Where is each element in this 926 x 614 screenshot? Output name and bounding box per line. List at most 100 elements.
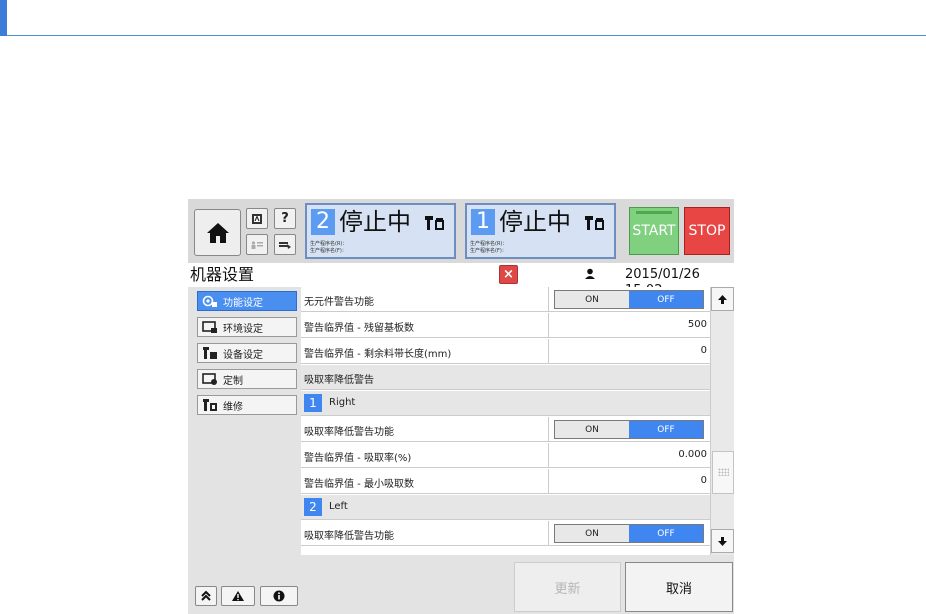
- lane-1-program-front: 生产程序名(F)：: [470, 248, 507, 254]
- lane-1-number: 1: [471, 209, 495, 235]
- toggle-off-option[interactable]: OFF: [629, 291, 703, 308]
- setting-label: 警告临界值 - 最小吸取数: [304, 479, 414, 490]
- stop-button[interactable]: STOP: [684, 207, 730, 255]
- stop-label: STOP: [688, 223, 726, 239]
- operator-button[interactable]: [246, 234, 268, 255]
- sidebar-item-maintenance[interactable]: 维修: [197, 395, 297, 415]
- device-settings-icon: [202, 346, 218, 360]
- setting-value-cell[interactable]: 500: [548, 313, 711, 337]
- toggle-off-option[interactable]: OFF: [629, 421, 703, 438]
- top-accent-bar: [0, 0, 7, 36]
- sidebar-item-label: 定制: [223, 375, 243, 387]
- machine-settings-window: ? 2 停止中 生产程序名(R)： 生产程序名(F)： 1 停止中 生产程序名(…: [188, 199, 734, 614]
- status-header: ? 2 停止中 生产程序名(R)： 生产程序名(F)： 1 停止中 生产程序名(…: [188, 199, 734, 263]
- setting-value: 0: [700, 345, 707, 356]
- sidebar: 功能设定 环境设定 设备设定 定制 维修: [188, 287, 301, 614]
- setting-label: 吸取率降低警告功能: [304, 427, 394, 438]
- setting-value-cell: ON OFF: [548, 521, 711, 545]
- sidebar-item-environment-settings[interactable]: 环境设定: [197, 317, 297, 337]
- subheader-label: Right: [329, 397, 356, 408]
- settings-list: 无元件警告功能 ON OFF 警告临界值 - 残留基板数 500 警告临界值 -…: [301, 287, 710, 555]
- home-button[interactable]: [194, 209, 241, 256]
- subheader-left: 2 Left: [301, 495, 710, 520]
- subheader-label: Left: [329, 501, 348, 512]
- maintenance-icon: [202, 398, 218, 412]
- setting-row-remaining-boards[interactable]: 警告临界值 - 残留基板数 500: [301, 313, 710, 338]
- toggle-off-option[interactable]: OFF: [629, 525, 703, 542]
- start-indicator-bar: [636, 211, 672, 214]
- program-icon: [252, 213, 262, 224]
- function-settings-icon: [202, 294, 218, 308]
- setting-value-cell[interactable]: 0: [548, 469, 711, 493]
- start-button[interactable]: START: [629, 207, 679, 255]
- vertical-scrollbar[interactable]: [710, 287, 734, 555]
- double-chevron-up-icon: [201, 590, 211, 601]
- toggle-on-option[interactable]: ON: [555, 291, 629, 308]
- sidebar-item-label: 环境设定: [223, 323, 263, 335]
- sidebar-item-customize[interactable]: 定制: [197, 369, 297, 389]
- warning-icon: [232, 591, 244, 601]
- setting-value: 0.000: [678, 449, 707, 460]
- setting-value: 0: [700, 475, 707, 486]
- sidebar-item-function-settings[interactable]: 功能设定: [197, 291, 297, 311]
- lane-2-program-front: 生产程序名(F)：: [310, 248, 347, 254]
- lane-2-status-panel[interactable]: 2 停止中 生产程序名(R)： 生产程序名(F)：: [305, 203, 456, 259]
- arrow-down-icon: [718, 536, 727, 546]
- setting-row-remaining-tape-length[interactable]: 警告临界值 - 剩余料带长度(mm) 0: [301, 339, 710, 364]
- lane-badge: 1: [304, 394, 322, 412]
- on-off-toggle: ON OFF: [554, 420, 704, 439]
- warning-button[interactable]: [221, 586, 255, 606]
- setting-label: 警告临界值 - 剩余料带长度(mm): [304, 349, 452, 360]
- setting-row-pickup-rate-threshold[interactable]: 警告临界值 - 吸取率(%) 0.000: [301, 443, 710, 468]
- on-off-toggle: ON OFF: [554, 290, 704, 309]
- lane-2-program-names: 生产程序名(R)： 生产程序名(F)：: [310, 241, 347, 255]
- subheader-right: 1 Right: [301, 391, 710, 416]
- setting-row-no-component-warning: 无元件警告功能 ON OFF: [301, 287, 710, 312]
- setting-value: 500: [687, 319, 707, 330]
- lane-2-program-icon: [425, 216, 444, 230]
- setting-value-cell: ON OFF: [548, 417, 711, 441]
- setting-row-pickup-rate-warning-right: 吸取率降低警告功能 ON OFF: [301, 417, 710, 442]
- conveyor-icon: [279, 241, 291, 249]
- update-button[interactable]: 更新: [514, 562, 621, 612]
- section-header-pickup-rate: 吸取率降低警告: [301, 365, 710, 390]
- collapse-up-button[interactable]: [195, 586, 217, 606]
- top-strip: [0, 0, 926, 36]
- lane-2-number: 2: [311, 209, 335, 235]
- cancel-button[interactable]: 取消: [625, 562, 733, 612]
- lane-2-status: 停止中: [339, 208, 411, 236]
- environment-settings-icon: [202, 320, 218, 334]
- lane-1-status-panel[interactable]: 1 停止中 生产程序名(R)： 生产程序名(F)：: [465, 203, 616, 259]
- sidebar-item-device-settings[interactable]: 设备设定: [197, 343, 297, 363]
- on-off-toggle: ON OFF: [554, 524, 704, 543]
- setting-label: 警告临界值 - 吸取率(%): [304, 453, 412, 464]
- lane-badge: 2: [304, 498, 322, 516]
- setting-value-cell[interactable]: 0: [548, 339, 711, 363]
- toggle-on-option[interactable]: ON: [555, 525, 629, 542]
- sidebar-item-label: 功能设定: [223, 297, 263, 309]
- setting-row-pickup-rate-warning-left: 吸取率降低警告功能 ON OFF: [301, 521, 710, 546]
- setting-row-min-pickup-count[interactable]: 警告临界值 - 最小吸取数 0: [301, 469, 710, 494]
- help-label: ?: [281, 211, 289, 226]
- help-button[interactable]: ?: [274, 208, 296, 229]
- customize-icon: [202, 372, 218, 386]
- program-button[interactable]: [246, 208, 268, 229]
- setting-value-cell[interactable]: 0.000: [548, 443, 711, 467]
- lane-1-program-rear: 生产程序名(R)：: [470, 241, 508, 247]
- scroll-up-button[interactable]: [711, 287, 734, 311]
- user-icon: [585, 268, 595, 279]
- close-button[interactable]: ×: [499, 265, 518, 284]
- setting-label: 警告临界值 - 残留基板数: [304, 323, 414, 334]
- conveyor-button[interactable]: [274, 234, 296, 255]
- lane-1-program-icon: [585, 216, 604, 230]
- info-icon: [273, 590, 285, 602]
- sidebar-item-label: 设备设定: [223, 349, 263, 361]
- toggle-on-option[interactable]: ON: [555, 421, 629, 438]
- scroll-thumb[interactable]: [712, 451, 734, 494]
- scroll-grip: [718, 468, 729, 476]
- setting-label: 无元件警告功能: [304, 297, 374, 308]
- scroll-down-button[interactable]: [711, 529, 734, 553]
- setting-label: 吸取率降低警告功能: [304, 531, 394, 542]
- info-button[interactable]: [260, 586, 298, 606]
- lane-1-program-names: 生产程序名(R)： 生产程序名(F)：: [470, 241, 507, 255]
